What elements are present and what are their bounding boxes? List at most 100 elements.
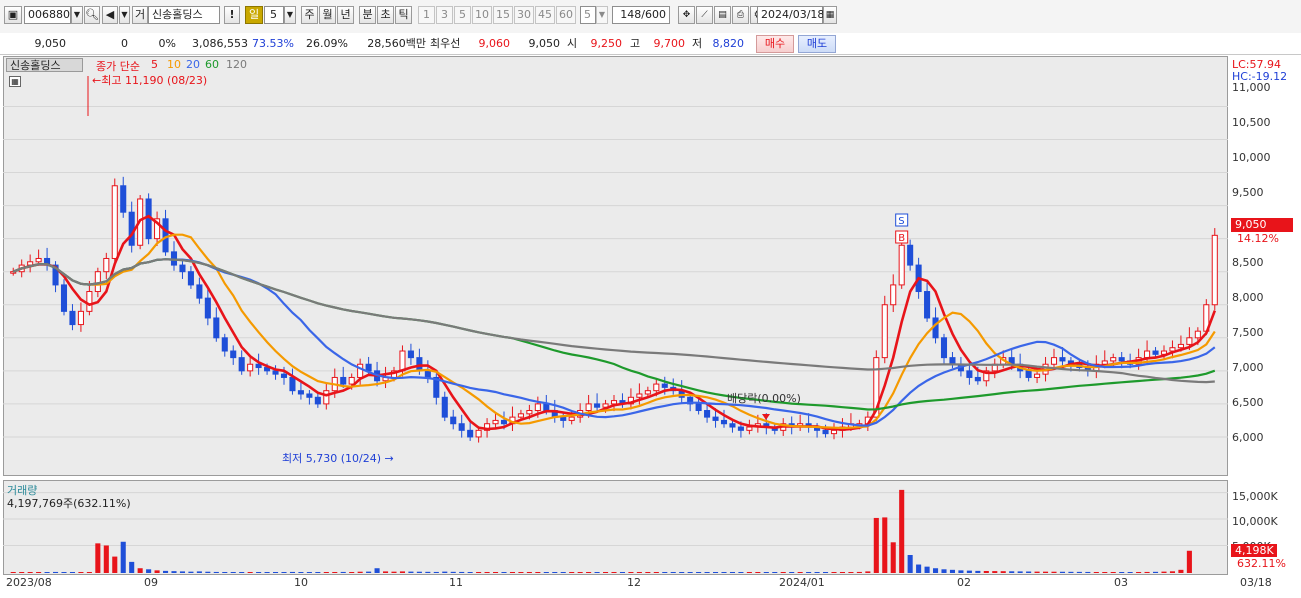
- candle-up: [653, 383, 660, 392]
- volume-bar: [247, 572, 253, 573]
- volume-bar: [619, 572, 625, 573]
- tab-second[interactable]: 초: [377, 6, 394, 24]
- speaker-icon[interactable]: ◀: [102, 6, 118, 24]
- candle-up: [881, 304, 888, 359]
- volume-bar: [839, 572, 845, 573]
- volume-bar: [603, 572, 609, 573]
- tab-weekly[interactable]: 주: [301, 6, 318, 24]
- candle-up: [898, 244, 905, 286]
- volume-bar: [509, 572, 515, 573]
- candle-down: [500, 419, 508, 425]
- stock-type-button[interactable]: 거: [132, 6, 148, 24]
- y-tick: 8,000: [1232, 291, 1264, 304]
- unit-dropdown-icon[interactable]: ▼: [596, 6, 608, 24]
- volume-bar: [459, 571, 465, 573]
- stock-name-field[interactable]: 신송홀딩스: [148, 6, 220, 24]
- tab-monthly[interactable]: 월: [319, 6, 336, 24]
- unit-input[interactable]: 5: [580, 6, 596, 24]
- unit-1-button[interactable]: 1: [418, 6, 435, 24]
- volume-bar: [713, 572, 719, 573]
- unit-45-button[interactable]: 45: [535, 6, 555, 24]
- volume-chart-svg[interactable]: [3, 480, 1228, 575]
- candle-down: [729, 423, 736, 428]
- volume-bar: [146, 569, 152, 573]
- table-view-icon[interactable]: ▦: [9, 76, 21, 87]
- stock-code-input[interactable]: 006880: [24, 6, 71, 24]
- volume-bar: [69, 572, 75, 573]
- candle-down: [162, 218, 169, 253]
- legend-ma20[interactable]: 20: [186, 58, 200, 71]
- draw-line-icon[interactable]: ⟋: [696, 6, 713, 24]
- volume-bar: [442, 571, 448, 573]
- tab-daily[interactable]: 일: [245, 6, 263, 24]
- window-menu-icon[interactable]: ▣: [4, 6, 22, 24]
- volume-bar: [357, 571, 363, 573]
- volume-bar: [1127, 572, 1133, 573]
- price-chart-svg[interactable]: SB: [3, 56, 1228, 476]
- alert-button[interactable]: !: [224, 6, 240, 24]
- candle-down: [221, 337, 228, 352]
- legend-ma5[interactable]: 5: [151, 58, 158, 71]
- volume-bar: [27, 572, 33, 573]
- volume-bar: [949, 569, 955, 573]
- volume-bar: [374, 568, 380, 573]
- volume-bar: [653, 572, 659, 573]
- print-icon[interactable]: ⎙: [732, 6, 749, 24]
- x-label: 02: [957, 576, 971, 589]
- volume-bar: [916, 564, 922, 573]
- volume-bar: [729, 572, 735, 573]
- candle-down: [712, 416, 719, 421]
- period-number-input[interactable]: 5: [264, 6, 284, 24]
- volume-bar: [1110, 572, 1116, 573]
- count-display[interactable]: 148/600: [612, 6, 670, 24]
- tab-tick[interactable]: 틱: [395, 6, 412, 24]
- change-value: 0: [121, 37, 128, 50]
- volume-bar: [1000, 571, 1006, 573]
- date-input[interactable]: 2024/03/18: [757, 6, 824, 24]
- calendar-icon[interactable]: ▦: [823, 6, 837, 24]
- tab-yearly[interactable]: 년: [337, 6, 354, 24]
- magnifier-icon[interactable]: 🔍︎: [84, 6, 100, 24]
- volume-bar: [323, 572, 329, 573]
- candle-up: [1110, 357, 1117, 362]
- best-bid: 9,050: [528, 37, 561, 50]
- unit-60-button[interactable]: 60: [556, 6, 576, 24]
- volume-bar: [36, 572, 42, 573]
- save-icon[interactable]: ▤: [714, 6, 731, 24]
- volume-bar: [1068, 571, 1074, 573]
- unit-15-button[interactable]: 15: [493, 6, 513, 24]
- candle-down: [720, 419, 728, 425]
- unit-30-button[interactable]: 30: [514, 6, 534, 24]
- volume-bar: [450, 571, 456, 573]
- unit-5-button[interactable]: 5: [454, 6, 471, 24]
- candle-down: [128, 211, 135, 246]
- candle-up: [475, 429, 482, 438]
- volume-bar: [645, 572, 651, 573]
- candle-up: [247, 363, 254, 372]
- sell-button[interactable]: 매도: [798, 35, 836, 53]
- volume-bar: [306, 572, 312, 573]
- legend-stock-name[interactable]: 신송홀딩스: [6, 58, 83, 72]
- buy-button[interactable]: 매수: [756, 35, 794, 53]
- legend-ma10[interactable]: 10: [167, 58, 181, 71]
- volume-bar: [1093, 571, 1099, 573]
- volume-bar: [1153, 571, 1159, 573]
- volume-bar: [873, 517, 879, 573]
- unit-10-button[interactable]: 10: [472, 6, 492, 24]
- settings-grid-icon[interactable]: ✥: [678, 6, 695, 24]
- y-tick: 8,500: [1232, 256, 1264, 269]
- period-dropdown-icon[interactable]: ▼: [284, 6, 296, 24]
- unit-3-button[interactable]: 3: [436, 6, 453, 24]
- tab-minute[interactable]: 분: [359, 6, 376, 24]
- volume-bar: [19, 572, 25, 573]
- legend-ma120[interactable]: 120: [226, 58, 247, 71]
- volume-bar: [239, 572, 245, 573]
- speaker-dropdown-icon[interactable]: ▼: [119, 6, 130, 24]
- candle-down: [543, 403, 550, 412]
- candle-down: [340, 376, 347, 385]
- code-dropdown-icon[interactable]: ▼: [71, 6, 83, 24]
- candle-down: [695, 403, 702, 412]
- volume-bar: [315, 572, 321, 573]
- volume-bar: [137, 568, 143, 573]
- legend-ma60[interactable]: 60: [205, 58, 219, 71]
